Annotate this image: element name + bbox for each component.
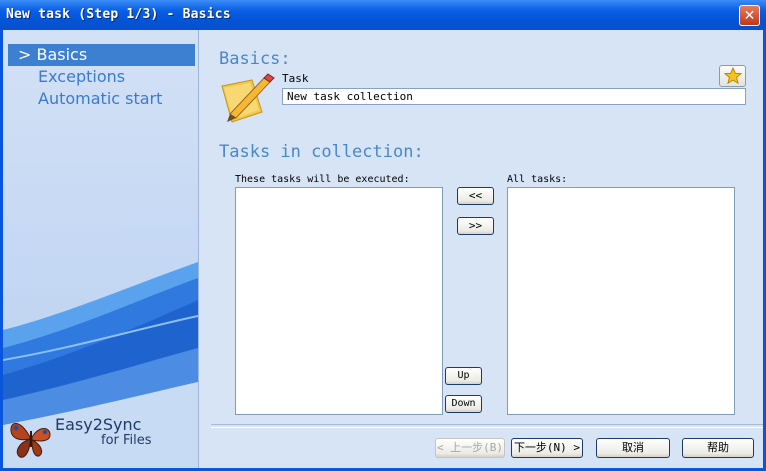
brand-subtitle: for Files bbox=[101, 433, 152, 448]
dialog-body: > Basics Exceptions Automatic start Easy… bbox=[3, 30, 763, 468]
title-bar[interactable]: New task (Step 1/3) - Basics ✕ bbox=[0, 0, 766, 30]
move-up-button[interactable]: Up bbox=[445, 367, 482, 385]
wizard-content: Basics: Task New task collection Tasks i… bbox=[199, 30, 763, 468]
tasks-in-collection-heading: Tasks in collection: bbox=[219, 142, 424, 162]
dialog-window: New task (Step 1/3) - Basics ✕ > Basics … bbox=[0, 0, 766, 471]
task-name-field[interactable]: New task collection bbox=[282, 88, 746, 105]
add-to-collection-button[interactable]: << bbox=[457, 187, 494, 205]
help-button[interactable]: 帮助 bbox=[682, 438, 754, 458]
back-button[interactable]: < 上一步(B) bbox=[435, 438, 505, 458]
task-label: Task bbox=[282, 72, 309, 85]
next-button[interactable]: 下一步(N) > bbox=[511, 438, 583, 458]
sidebar-item-basics[interactable]: > Basics bbox=[8, 44, 195, 66]
close-icon: ✕ bbox=[743, 8, 756, 24]
executed-tasks-list[interactable] bbox=[235, 187, 443, 415]
all-tasks-label: All tasks: bbox=[507, 174, 568, 185]
brand-name: Easy2Sync bbox=[55, 415, 142, 434]
cancel-button[interactable]: 取消 bbox=[596, 438, 670, 458]
butterfly-logo-icon bbox=[10, 423, 51, 458]
executed-tasks-label: These tasks will be executed: bbox=[235, 174, 410, 185]
sidebar-item-exceptions[interactable]: Exceptions bbox=[8, 66, 195, 88]
pencil-icon bbox=[221, 73, 275, 123]
all-tasks-list[interactable] bbox=[507, 187, 735, 415]
product-brand: Easy2Sync for Files bbox=[55, 415, 152, 448]
wizard-sidebar: > Basics Exceptions Automatic start Easy… bbox=[3, 30, 199, 468]
star-icon bbox=[723, 66, 742, 85]
close-button[interactable]: ✕ bbox=[739, 5, 760, 26]
window-title: New task (Step 1/3) - Basics bbox=[6, 7, 231, 22]
remove-from-collection-button[interactable]: >> bbox=[457, 217, 494, 235]
footer-divider bbox=[211, 424, 763, 428]
basics-heading: Basics: bbox=[219, 49, 291, 69]
favorite-button[interactable] bbox=[719, 65, 746, 87]
move-down-button[interactable]: Down bbox=[445, 395, 482, 413]
sidebar-item-automatic-start[interactable]: Automatic start bbox=[8, 88, 195, 110]
